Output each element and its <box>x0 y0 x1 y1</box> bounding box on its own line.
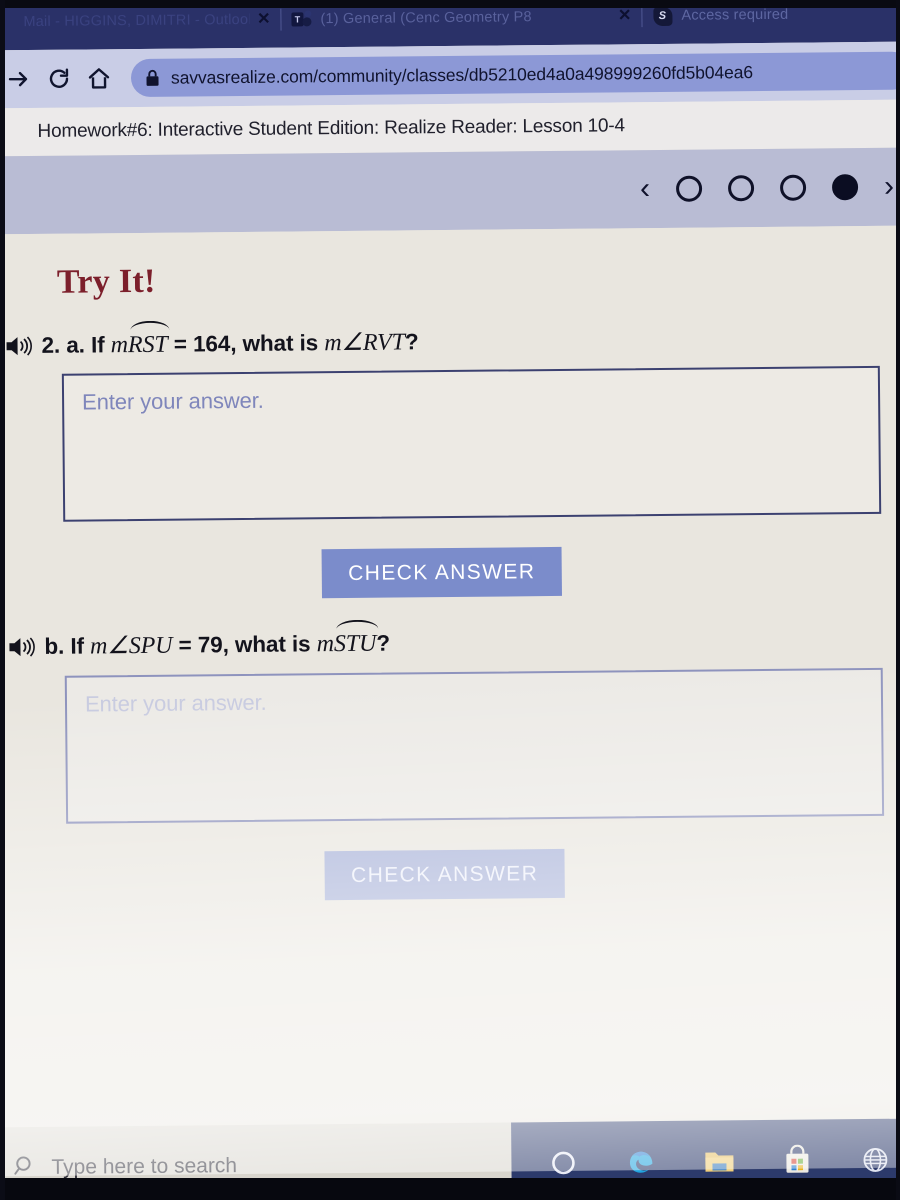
speaker-icon[interactable] <box>0 629 44 659</box>
question-number: 2. a. <box>41 332 85 358</box>
edge-icon[interactable] <box>623 1144 659 1180</box>
check-answer-row-2b: CHECK ANSWER <box>0 845 900 903</box>
answer-input-2b[interactable]: Enter your answer. <box>64 667 885 824</box>
reload-icon[interactable] <box>39 59 79 99</box>
address-bar[interactable]: savvasrealize.com/community/classes/db52… <box>130 51 900 98</box>
answer-input-2a[interactable]: Enter your answer. <box>61 366 882 523</box>
teams-icon: T <box>291 9 312 29</box>
comma: , <box>230 331 237 357</box>
measure-prefix: m∠SPU <box>89 633 173 660</box>
bookmark-bar: it Homework#6: Interactive Student Editi… <box>0 99 900 157</box>
page-title: Homework#6: Interactive Student Edition:… <box>37 115 625 142</box>
arc-label: RST <box>127 331 168 359</box>
question-mark: ? <box>404 329 419 355</box>
lesson-toolbar: ‹ › <box>0 147 900 235</box>
search-placeholder: Type here to search <box>51 1154 238 1179</box>
question-target: m∠RVT <box>324 329 406 357</box>
question-lead: If <box>90 332 105 358</box>
microsoft-store-icon[interactable] <box>779 1143 815 1179</box>
page-dot-1[interactable] <box>675 175 703 202</box>
lock-icon <box>145 69 160 87</box>
question-block-2b: b. If m∠SPU = 79, what is m STU? Enter yo… <box>0 620 900 903</box>
check-answer-row-2a: CHECK ANSWER <box>0 544 900 602</box>
question-value: 164 <box>192 331 231 357</box>
close-icon[interactable]: ✕ <box>618 7 632 24</box>
check-answer-button-2b[interactable]: CHECK ANSWER <box>324 848 565 901</box>
question-text-2a: 2. a. If m RST = 164, what is m∠RVT? <box>41 320 419 362</box>
arc-overline <box>130 320 170 333</box>
section-heading: Try It! <box>56 262 156 301</box>
question-2a: 2. a. If m RST = 164, what is m∠RVT? <box>0 320 900 363</box>
page-dot-3[interactable] <box>779 174 807 201</box>
question-2b: b. If m∠SPU = 79, what is m STU? <box>0 620 900 664</box>
answer-placeholder: Enter your answer. <box>84 689 267 717</box>
next-page-icon[interactable]: › <box>884 170 894 203</box>
photo-edge-top <box>0 0 900 8</box>
close-icon[interactable]: ✕ <box>257 11 271 28</box>
file-explorer-icon[interactable] <box>701 1143 737 1179</box>
question-lead: If <box>70 633 85 660</box>
equals-sign: = <box>173 331 187 357</box>
question-value: 79 <box>197 632 223 658</box>
page-dot-4-current[interactable] <box>831 174 859 201</box>
lesson-content: Try It! 2. a. If m RST = 164, what is m∠… <box>0 225 900 1177</box>
arc-label: STU <box>333 631 377 658</box>
speaker-icon[interactable] <box>0 328 42 358</box>
equals-sign: = <box>178 632 192 659</box>
pagination: ‹ › <box>640 170 894 205</box>
web-page: ‹ › Try It! 2. a. If m RST = 164, what i… <box>0 147 900 1177</box>
tab-title: (1) General (Cenc Geometry P8 <box>320 9 532 28</box>
measure-prefix: m <box>110 332 129 359</box>
arc-overline <box>336 620 378 632</box>
answer-placeholder: Enter your answer. <box>81 388 264 415</box>
comma: , <box>222 632 229 658</box>
internet-explorer-icon[interactable] <box>857 1142 893 1178</box>
savvas-icon: S <box>652 6 673 26</box>
question-mark: ? <box>376 630 391 657</box>
arc-notation-rst: RST <box>127 320 170 362</box>
question-number: b. <box>44 634 65 660</box>
browser-navigation-bar: savvasrealize.com/community/classes/db52… <box>0 41 900 109</box>
question-ask: what is <box>234 631 311 658</box>
photo-edge-right <box>896 0 900 1200</box>
cortana-icon[interactable] <box>545 1145 581 1181</box>
forward-icon[interactable] <box>0 59 39 99</box>
question-text-2b: b. If m∠SPU = 79, what is m STU? <box>44 620 391 664</box>
question-ask: what is <box>242 330 319 356</box>
photo-edge-left <box>0 0 5 1200</box>
prev-page-icon[interactable]: ‹ <box>640 172 650 205</box>
photo-edge-bottom <box>0 1178 900 1200</box>
page-dot-2[interactable] <box>727 175 755 202</box>
tab-title: Access required <box>681 6 789 24</box>
home-icon[interactable] <box>79 58 119 98</box>
url-text: savvasrealize.com/community/classes/db52… <box>170 61 754 88</box>
tab-title: Mail - HIGGINS, DIMITRI - Outlook <box>23 11 250 31</box>
question-target: m <box>316 631 335 658</box>
photo-of-screen: Mail - HIGGINS, DIMITRI - Outlook ✕ T (1… <box>0 0 900 1200</box>
arc-notation-stu: STU <box>333 620 378 661</box>
check-answer-button-2a[interactable]: CHECK ANSWER <box>321 547 562 599</box>
